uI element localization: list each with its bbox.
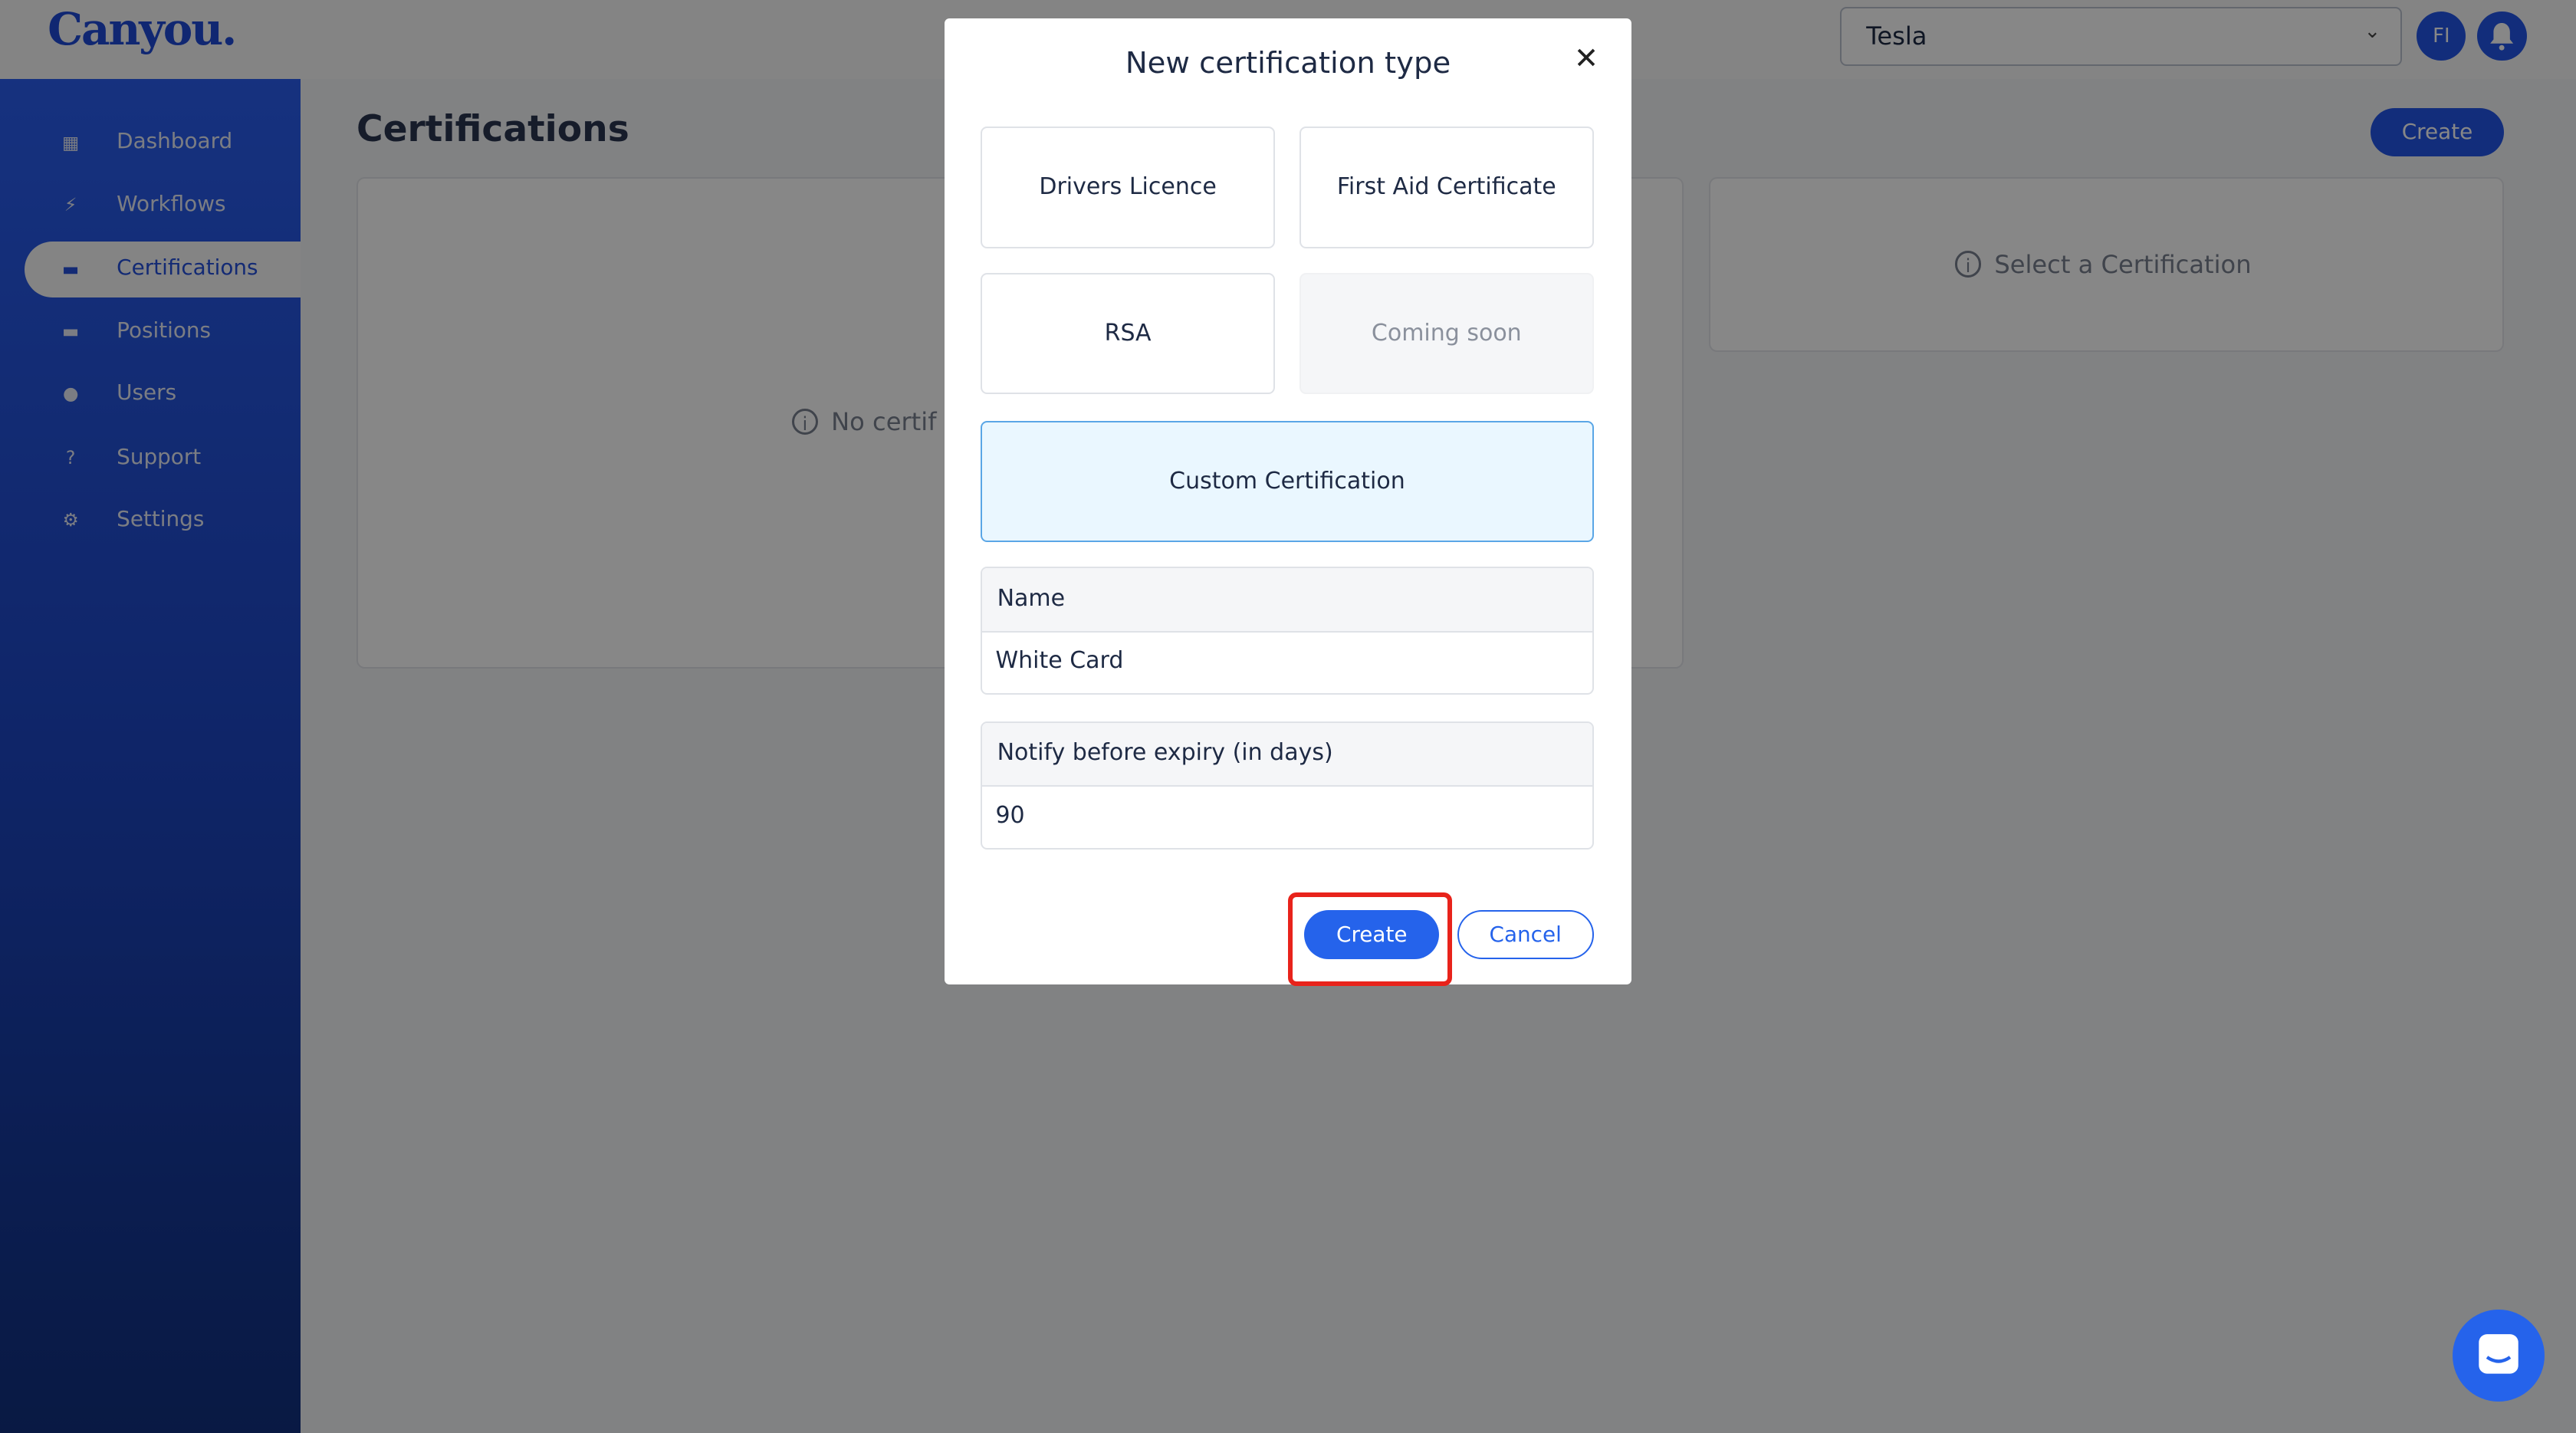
chat-launcher-button[interactable] [2453,1309,2545,1402]
highlight-box [1288,892,1453,986]
option-first-aid[interactable]: First Aid Certificate [1300,126,1594,248]
option-custom-certification[interactable]: Custom Certification [981,420,1594,543]
notify-field: Notify before expiry (in days) [981,721,1594,850]
option-rsa[interactable]: RSA [981,272,1275,395]
name-input[interactable] [982,632,1592,689]
new-certification-modal: New certification type ✕ Drivers Licence… [945,18,1631,984]
option-coming-soon: Coming soon [1300,272,1594,395]
modal-title: New certification type [1125,45,1451,81]
notify-label: Notify before expiry (in days) [982,722,1592,787]
notify-days-input[interactable] [982,787,1592,843]
option-drivers-licence[interactable]: Drivers Licence [981,126,1275,248]
name-field: Name [981,567,1594,695]
name-label: Name [982,568,1592,633]
chat-icon [2479,1334,2519,1374]
cancel-button[interactable]: Cancel [1457,910,1594,960]
close-icon[interactable]: ✕ [1574,41,1598,76]
